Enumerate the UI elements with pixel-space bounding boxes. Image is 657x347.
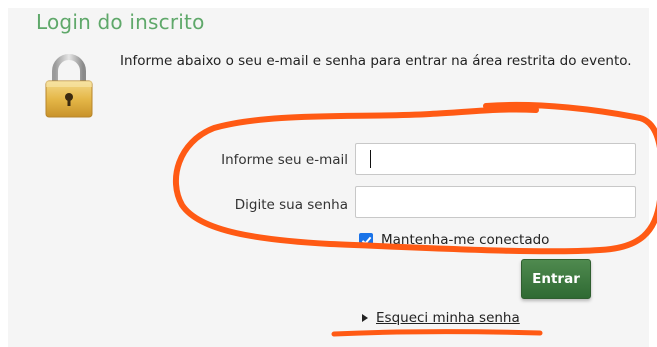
page-title: Login do inscrito (36, 10, 205, 34)
forgot-password-row[interactable]: Esqueci minha senha (362, 310, 520, 326)
email-field[interactable] (355, 143, 636, 175)
password-label: Digite sua senha (234, 197, 348, 213)
remember-me[interactable]: Mantenha-me conectado (359, 232, 549, 248)
password-field[interactable] (355, 186, 636, 218)
email-label: Informe seu e-mail (221, 152, 348, 168)
triangle-right-icon (362, 314, 368, 322)
intro-text: Informe abaixo o seu e-mail e senha para… (120, 53, 632, 69)
enter-button[interactable]: Entrar (521, 259, 591, 299)
remember-label: Mantenha-me conectado (381, 232, 550, 248)
remember-checkbox[interactable] (359, 233, 373, 247)
forgot-password-link[interactable]: Esqueci minha senha (376, 310, 520, 326)
checkmark-icon (361, 236, 371, 245)
padlock-icon (45, 54, 93, 118)
text-caret (370, 150, 371, 168)
